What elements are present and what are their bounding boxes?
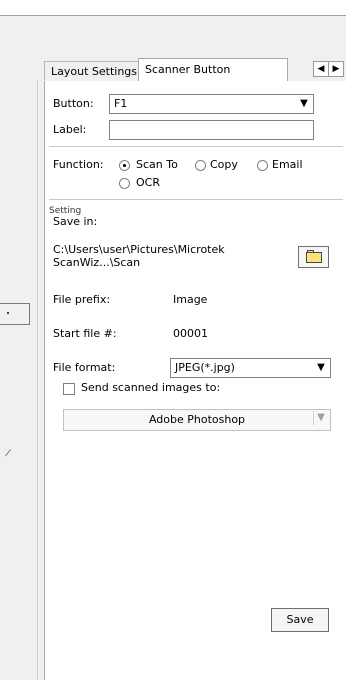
send-target-select[interactable]: Adobe Photoshop ▼ [63, 409, 331, 431]
save-in-label: Save in: [53, 215, 98, 228]
tab-scanner-button[interactable]: Scanner Button [138, 58, 288, 81]
tab-layout-settings[interactable]: Layout Settings [44, 61, 139, 80]
chevron-down-icon: ▼ [317, 362, 325, 373]
triangle-left-icon[interactable]: ◀ [313, 61, 329, 77]
file-format-value: JPEG(*.jpg) [175, 361, 235, 374]
file-prefix-input[interactable]: Image [170, 290, 330, 310]
send-images-label[interactable]: Send scanned images to: [81, 381, 220, 394]
radio-copy[interactable] [195, 160, 206, 171]
send-target-value: Adobe Photoshop [148, 413, 246, 426]
label-input[interactable] [109, 120, 314, 140]
radio-email[interactable] [257, 160, 268, 171]
start-file-label: Start file #: [53, 327, 117, 340]
left-panel-handle[interactable] [0, 303, 30, 325]
triangle-right-icon[interactable]: ▶ [328, 61, 344, 77]
radio-scan-to-label[interactable]: Scan To [136, 158, 178, 171]
radio-copy-label[interactable]: Copy [210, 158, 238, 171]
top-toolbar [0, 0, 346, 16]
scanner-button-panel: Button: F1 ▼ Label: Function: Scan To Co… [44, 81, 346, 680]
label-label: Label: [53, 123, 87, 136]
chevron-down-icon: ▼ [300, 98, 308, 109]
separator [49, 199, 343, 200]
browse-button[interactable] [298, 246, 329, 268]
start-file-input[interactable]: 00001 [170, 324, 330, 344]
folder-icon [306, 252, 322, 263]
file-format-select[interactable]: JPEG(*.jpg) ▼ [170, 358, 331, 378]
save-path-line1: C:\Users\user\Pictures\Microtek [53, 243, 225, 256]
separator [49, 146, 343, 147]
save-path-line2: ScanWiz...\Scan [53, 256, 141, 269]
tab-scroll-buttons: ◀ ▶ [313, 61, 346, 77]
button-label: Button: [53, 97, 94, 110]
chevron-down-icon: ▼ [313, 411, 328, 425]
button-select-value: F1 [114, 97, 128, 110]
save-button[interactable]: Save [271, 608, 329, 632]
button-select[interactable]: F1 ▼ [109, 94, 314, 114]
radio-ocr-label[interactable]: OCR [136, 176, 160, 189]
left-panel-mark: / [4, 447, 12, 460]
function-label: Function: [53, 158, 104, 171]
file-prefix-label: File prefix: [53, 293, 111, 306]
radio-scan-to[interactable] [119, 160, 130, 171]
radio-ocr[interactable] [119, 178, 130, 189]
radio-email-label[interactable]: Email [272, 158, 303, 171]
send-images-checkbox[interactable] [63, 383, 75, 395]
file-format-label: File format: [53, 361, 116, 374]
